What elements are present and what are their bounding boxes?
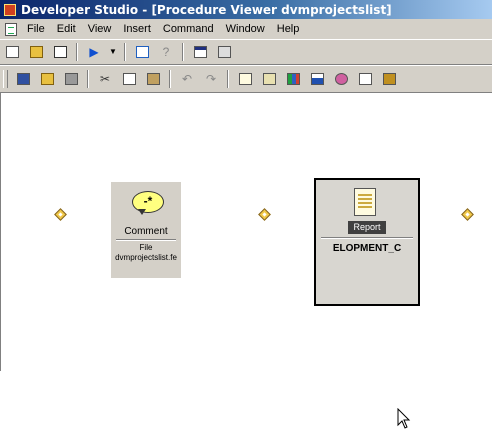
- menu-edit[interactable]: Edit: [51, 23, 82, 35]
- comment-bubble-tail: [138, 209, 146, 215]
- toolbar-separator: [169, 70, 171, 88]
- toolbar-separator: [227, 70, 229, 88]
- more-icon[interactable]: [379, 69, 399, 89]
- comment-node-file-label: File: [139, 243, 153, 252]
- menu-view[interactable]: View: [82, 23, 118, 35]
- copy-icon[interactable]: [119, 69, 139, 89]
- redo-icon[interactable]: ↷: [201, 69, 221, 89]
- toolbar-separator: [182, 43, 184, 61]
- open-folder-icon[interactable]: [26, 42, 46, 62]
- chart-icon[interactable]: [283, 69, 303, 89]
- mouse-pointer-icon: [397, 408, 411, 429]
- procedure-canvas[interactable]: -* Comment File dvmprojectslist.fe Repor…: [0, 93, 492, 429]
- menu-bar: File Edit View Insert Command Window Hel…: [0, 19, 492, 39]
- comment-node-file-name: dvmprojectslist.fe: [115, 253, 177, 262]
- undo-icon[interactable]: ↶: [177, 69, 197, 89]
- report-node-name: ELOPMENT_C: [332, 243, 402, 254]
- window-title: Developer Studio - [Procedure Viewer dvm…: [21, 2, 392, 17]
- comment-node[interactable]: -* Comment File dvmprojectslist.fe: [111, 182, 181, 278]
- flow-connector-icon[interactable]: [461, 208, 474, 221]
- window-icon[interactable]: [190, 42, 210, 62]
- report-icon[interactable]: [235, 69, 255, 89]
- paste-icon[interactable]: [143, 69, 163, 89]
- define-icon[interactable]: [259, 69, 279, 89]
- comment-node-title: Comment: [124, 226, 168, 237]
- graph-icon[interactable]: [307, 69, 327, 89]
- report-node-tag: Report: [348, 221, 386, 234]
- properties-icon[interactable]: [50, 42, 70, 62]
- dropdown-arrow-icon[interactable]: ▼: [108, 42, 118, 62]
- app-icon[interactable]: [4, 3, 16, 16]
- report-node[interactable]: Report ELOPMENT_C: [314, 178, 420, 306]
- cut-icon[interactable]: ✂: [95, 69, 115, 89]
- new-document-icon[interactable]: [2, 42, 22, 62]
- edit-toolbar: ✂ ↶ ↷: [0, 65, 492, 93]
- open-icon[interactable]: [37, 69, 57, 89]
- help-icon[interactable]: ?: [156, 42, 176, 62]
- menu-command[interactable]: Command: [157, 23, 220, 35]
- map-icon[interactable]: [331, 69, 351, 89]
- run-icon[interactable]: ▶: [84, 42, 104, 62]
- node-divider: [116, 239, 176, 241]
- flow-connector-icon[interactable]: [258, 208, 271, 221]
- text-icon[interactable]: [355, 69, 375, 89]
- toolbar-separator: [124, 43, 126, 61]
- toolbar-separator: [87, 70, 89, 88]
- menu-help[interactable]: Help: [271, 23, 306, 35]
- node-divider: [321, 237, 413, 239]
- save-icon[interactable]: [13, 69, 33, 89]
- print-icon[interactable]: [61, 69, 81, 89]
- toolbar-separator: [76, 43, 78, 61]
- menu-insert[interactable]: Insert: [117, 23, 157, 35]
- grid-icon[interactable]: [214, 42, 234, 62]
- standard-toolbar: ▶ ▼ ?: [0, 39, 492, 65]
- report-document-icon: [354, 188, 376, 216]
- procedure-icon[interactable]: [132, 42, 152, 62]
- flow-connector-icon[interactable]: [54, 208, 67, 221]
- title-bar: Developer Studio - [Procedure Viewer dvm…: [0, 0, 492, 19]
- menu-window[interactable]: Window: [220, 23, 271, 35]
- comment-bubble-icon: -*: [132, 191, 164, 213]
- menu-file[interactable]: File: [21, 23, 51, 35]
- toolbar-grip[interactable]: [3, 70, 8, 88]
- document-icon[interactable]: [5, 22, 17, 36]
